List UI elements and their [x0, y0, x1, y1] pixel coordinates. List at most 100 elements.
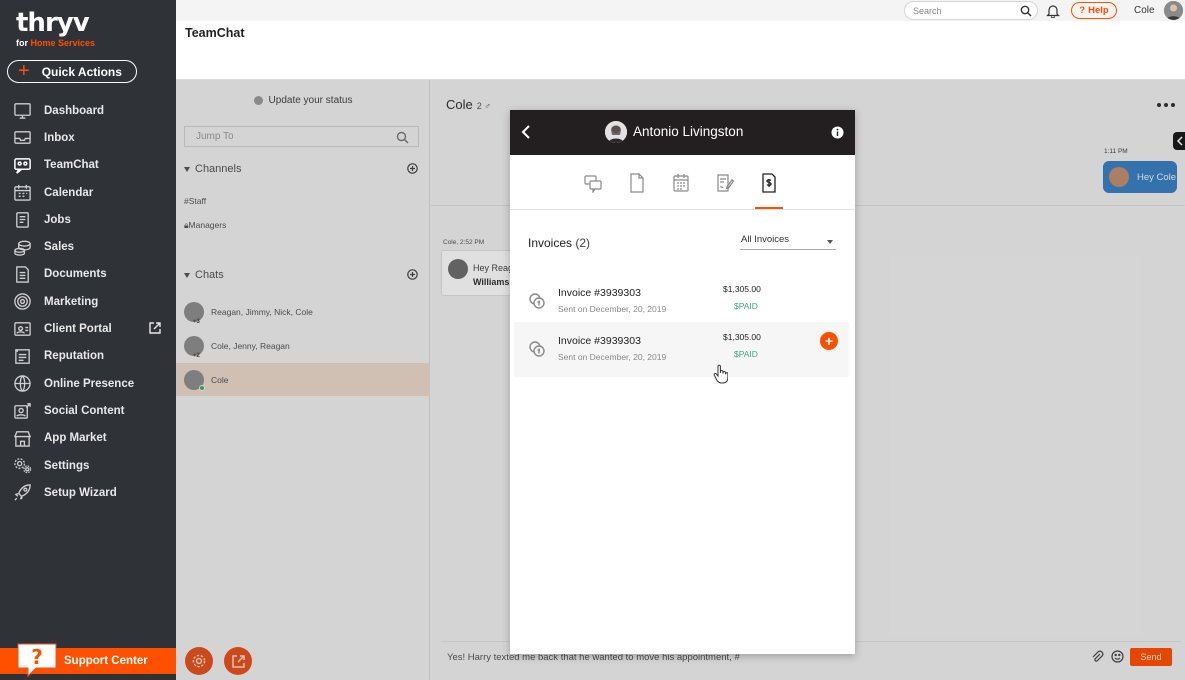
- help-bubble-icon: ?: [17, 643, 57, 678]
- invoice-sent-date: Sent on December, 20, 2019: [558, 352, 667, 362]
- jobs-icon: [16, 212, 29, 229]
- plus-icon: +: [18, 59, 30, 82]
- help-button[interactable]: ? Help: [1071, 2, 1117, 19]
- invoice-status: $PAID: [734, 349, 758, 359]
- user-avatar[interactable]: [1164, 1, 1183, 20]
- sidebar-item-setup-wizard[interactable]: Setup Wizard: [0, 479, 176, 506]
- quick-actions-button[interactable]: + Quick Actions: [7, 60, 137, 83]
- help-label: Help: [1088, 5, 1109, 16]
- sidebar-item-label: Social Content: [44, 404, 125, 417]
- invoice-row[interactable]: Invoice #3939303 Sent on December, 20, 2…: [514, 274, 849, 329]
- sidebar-item-dashboard[interactable]: Dashboard: [0, 97, 176, 124]
- sidebar-item-jobs[interactable]: Jobs: [0, 206, 176, 233]
- sidebar-item-label: Online Presence: [44, 377, 135, 390]
- svg-text:?: ?: [31, 645, 43, 669]
- tab-calendar[interactable]: [667, 173, 695, 209]
- teamchat-icon: [14, 157, 31, 174]
- sidebar-item-client-portal[interactable]: Client Portal: [0, 315, 176, 342]
- sidebar-item-social-content[interactable]: Social Content: [0, 397, 176, 424]
- sidebar-item-app-market[interactable]: App Market: [0, 425, 176, 452]
- global-search-input[interactable]: Search: [904, 1, 1038, 20]
- document-icon: [630, 173, 644, 193]
- sidebar-item-label: TeamChat: [44, 159, 99, 172]
- current-user-name[interactable]: Cole: [1134, 5, 1155, 16]
- social-content-icon: [14, 403, 31, 420]
- dashboard-icon: [14, 103, 31, 119]
- sidebar-item-label: App Market: [44, 432, 107, 445]
- external-link-icon[interactable]: [148, 321, 162, 335]
- contact-avatar: [605, 121, 627, 143]
- sidebar-item-inbox[interactable]: Inbox: [0, 124, 176, 151]
- sidebar-item-label: Sales: [44, 241, 75, 254]
- sidebar-item-reputation[interactable]: Reputation: [0, 343, 176, 370]
- sidebar-item-label: Reputation: [44, 350, 105, 363]
- logo-wordmark: thryv: [16, 8, 90, 38]
- logo-tagline-accent: Home Services: [30, 38, 96, 48]
- modal-header: Antonio Livingston: [510, 110, 855, 155]
- invoice-status: $PAID: [734, 301, 758, 311]
- signed-document-icon: [717, 174, 734, 192]
- tab-estimates[interactable]: [711, 173, 739, 209]
- app-market-icon: [13, 430, 32, 447]
- marketing-icon: [14, 293, 31, 310]
- quick-actions-label: Quick Actions: [41, 64, 122, 79]
- sidebar-item-label: Marketing: [44, 295, 99, 308]
- tab-conversations[interactable]: [579, 173, 607, 209]
- invoices-count: (2): [575, 236, 591, 250]
- search-placeholder: Search: [913, 5, 942, 16]
- sidebar-item-label: Settings: [44, 459, 90, 472]
- sidebar-nav: Dashboard Inbox TeamChat Calendar Jobs S…: [0, 97, 176, 506]
- invoice-filter-value: All Invoices: [741, 234, 790, 245]
- globe-icon: [14, 375, 31, 392]
- contact-avatar-image: [605, 121, 627, 143]
- invoice-amount: $1,305.00: [723, 332, 761, 342]
- bell-icon[interactable]: [1046, 3, 1060, 18]
- hand-cursor-icon: [713, 364, 728, 384]
- add-invoice-to-chat-button[interactable]: +: [820, 332, 838, 350]
- calendar-icon: [673, 174, 689, 192]
- contact-name: Antonio Livingston: [633, 124, 744, 139]
- invoice-title: Invoice #3939303: [558, 335, 641, 347]
- invoice-filter-select[interactable]: All Invoices: [740, 232, 836, 250]
- reputation-icon: [15, 348, 30, 364]
- sidebar-item-label: Client Portal: [44, 323, 112, 336]
- info-icon[interactable]: [831, 126, 844, 139]
- invoice-title: Invoice #3939303: [558, 287, 641, 299]
- support-center-button[interactable]: ? Support Center: [0, 643, 176, 678]
- documents-icon: [16, 266, 29, 283]
- calendar-icon: [14, 184, 31, 201]
- back-arrow-icon[interactable]: [520, 123, 532, 141]
- tab-documents[interactable]: [623, 173, 651, 209]
- question-icon: ?: [1079, 5, 1086, 16]
- thryv-logo[interactable]: thryv for Home Services: [16, 10, 95, 48]
- sidebar: thryv for Home Services + Quick Actions …: [0, 0, 176, 680]
- sidebar-item-online-presence[interactable]: Online Presence: [0, 370, 176, 397]
- sidebar-item-sales[interactable]: Sales: [0, 233, 176, 260]
- sales-icon: [14, 240, 31, 256]
- sidebar-item-label: Inbox: [44, 131, 75, 144]
- inbox-icon: [14, 131, 31, 145]
- rocket-icon: [14, 484, 31, 501]
- top-bar: Search ? Help Cole: [176, 0, 1185, 21]
- settings-icon: [14, 458, 32, 474]
- user-avatar-image: [1164, 1, 1183, 20]
- sidebar-item-label: Setup Wizard: [44, 486, 117, 499]
- search-icon: [1020, 5, 1032, 17]
- sidebar-item-documents[interactable]: Documents: [0, 261, 176, 288]
- sidebar-item-label: Documents: [44, 268, 107, 281]
- tab-invoices[interactable]: [755, 173, 783, 209]
- contact-invoices-modal: Antonio Livingston Invoices (2) All Invo…: [510, 110, 855, 654]
- logo-tagline: for Home Services: [16, 38, 95, 48]
- sidebar-item-settings[interactable]: Settings: [0, 452, 176, 479]
- sidebar-item-marketing[interactable]: Marketing: [0, 288, 176, 315]
- invoice-row[interactable]: Invoice #3939303 Sent on December, 20, 2…: [514, 322, 849, 377]
- sidebar-item-calendar[interactable]: Calendar: [0, 179, 176, 206]
- invoices-label: Invoices: [528, 236, 573, 250]
- logo-tagline-prefix: for: [16, 38, 31, 48]
- invoices-heading: Invoices (2): [528, 236, 590, 250]
- page-title: TeamChat: [185, 26, 245, 40]
- sidebar-item-teamchat[interactable]: TeamChat: [0, 152, 176, 179]
- client-portal-icon: [14, 321, 31, 336]
- contact-tabs: [510, 155, 855, 210]
- invoice-sent-date: Sent on December, 20, 2019: [558, 304, 667, 314]
